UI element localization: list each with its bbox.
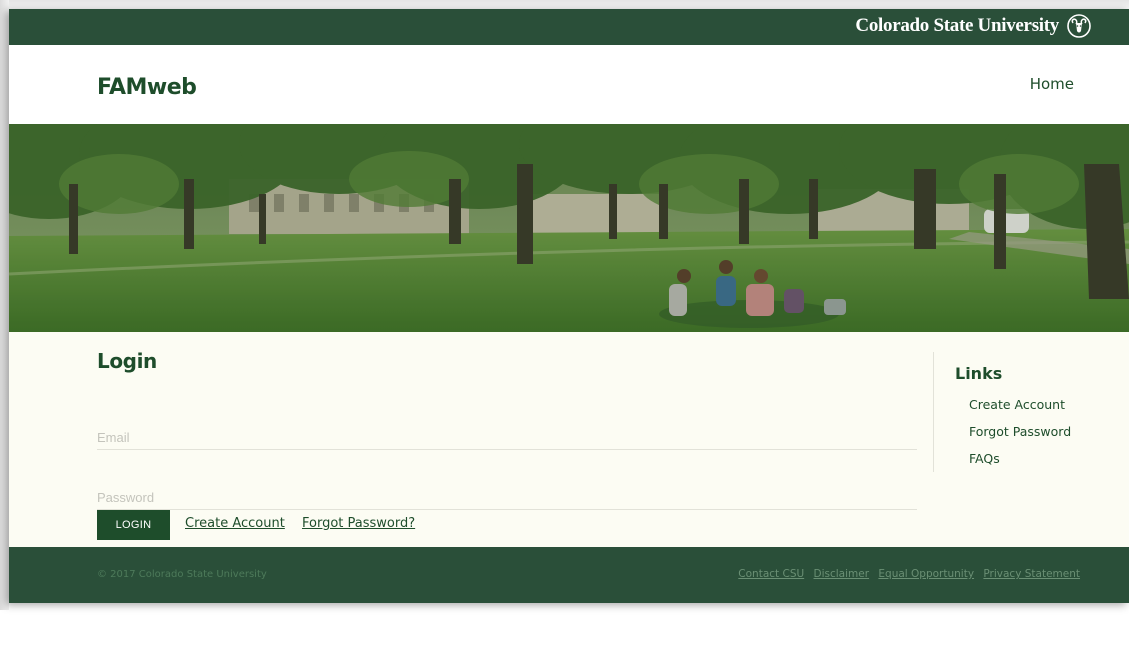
sidebar-item-create-account[interactable]: Create Account [969,397,1065,412]
nav-home-link[interactable]: Home [1030,75,1074,93]
copyright-text: © 2017 Colorado State University [97,569,267,580]
campus-photo [9,124,1129,332]
email-input[interactable] [97,430,917,450]
login-heading: Login [97,349,157,373]
footer-link-privacy-statement[interactable]: Privacy Statement [983,568,1080,580]
footer-link-disclaimer[interactable]: Disclaimer [814,568,870,580]
footer-link-contact-csu[interactable]: Contact CSU [738,568,804,580]
password-input[interactable] [97,490,917,510]
browser-page: Colorado State University FAMweb Home Lo… [9,9,1129,603]
forgot-password-link[interactable]: Forgot Password? [302,516,415,531]
links-heading: Links [955,364,1003,383]
sidebar-item-forgot-password[interactable]: Forgot Password [969,424,1071,439]
create-account-link[interactable]: Create Account [185,516,285,531]
site-footer: © 2017 Colorado State University Contact… [9,547,1129,603]
footer-link-equal-opportunity[interactable]: Equal Opportunity [878,568,974,580]
site-header: FAMweb Home [9,45,1129,124]
window-shadow-top [0,0,1129,9]
links-sidebar: Links Create Account Forgot Password FAQ… [933,352,1124,472]
hero-image [9,124,1129,332]
window-shadow-left [0,0,9,610]
main-content: Login LOGIN Create Account Forgot Passwo… [9,332,1129,547]
login-button[interactable]: LOGIN [97,510,170,540]
university-name[interactable]: Colorado State University [855,15,1059,37]
footer-links: Contact CSU Disclaimer Equal Opportunity… [732,568,1080,580]
site-title[interactable]: FAMweb [97,75,197,100]
university-bar: Colorado State University [9,9,1129,45]
sidebar-item-faqs[interactable]: FAQs [969,451,1000,466]
csu-ram-icon[interactable] [1067,14,1091,38]
